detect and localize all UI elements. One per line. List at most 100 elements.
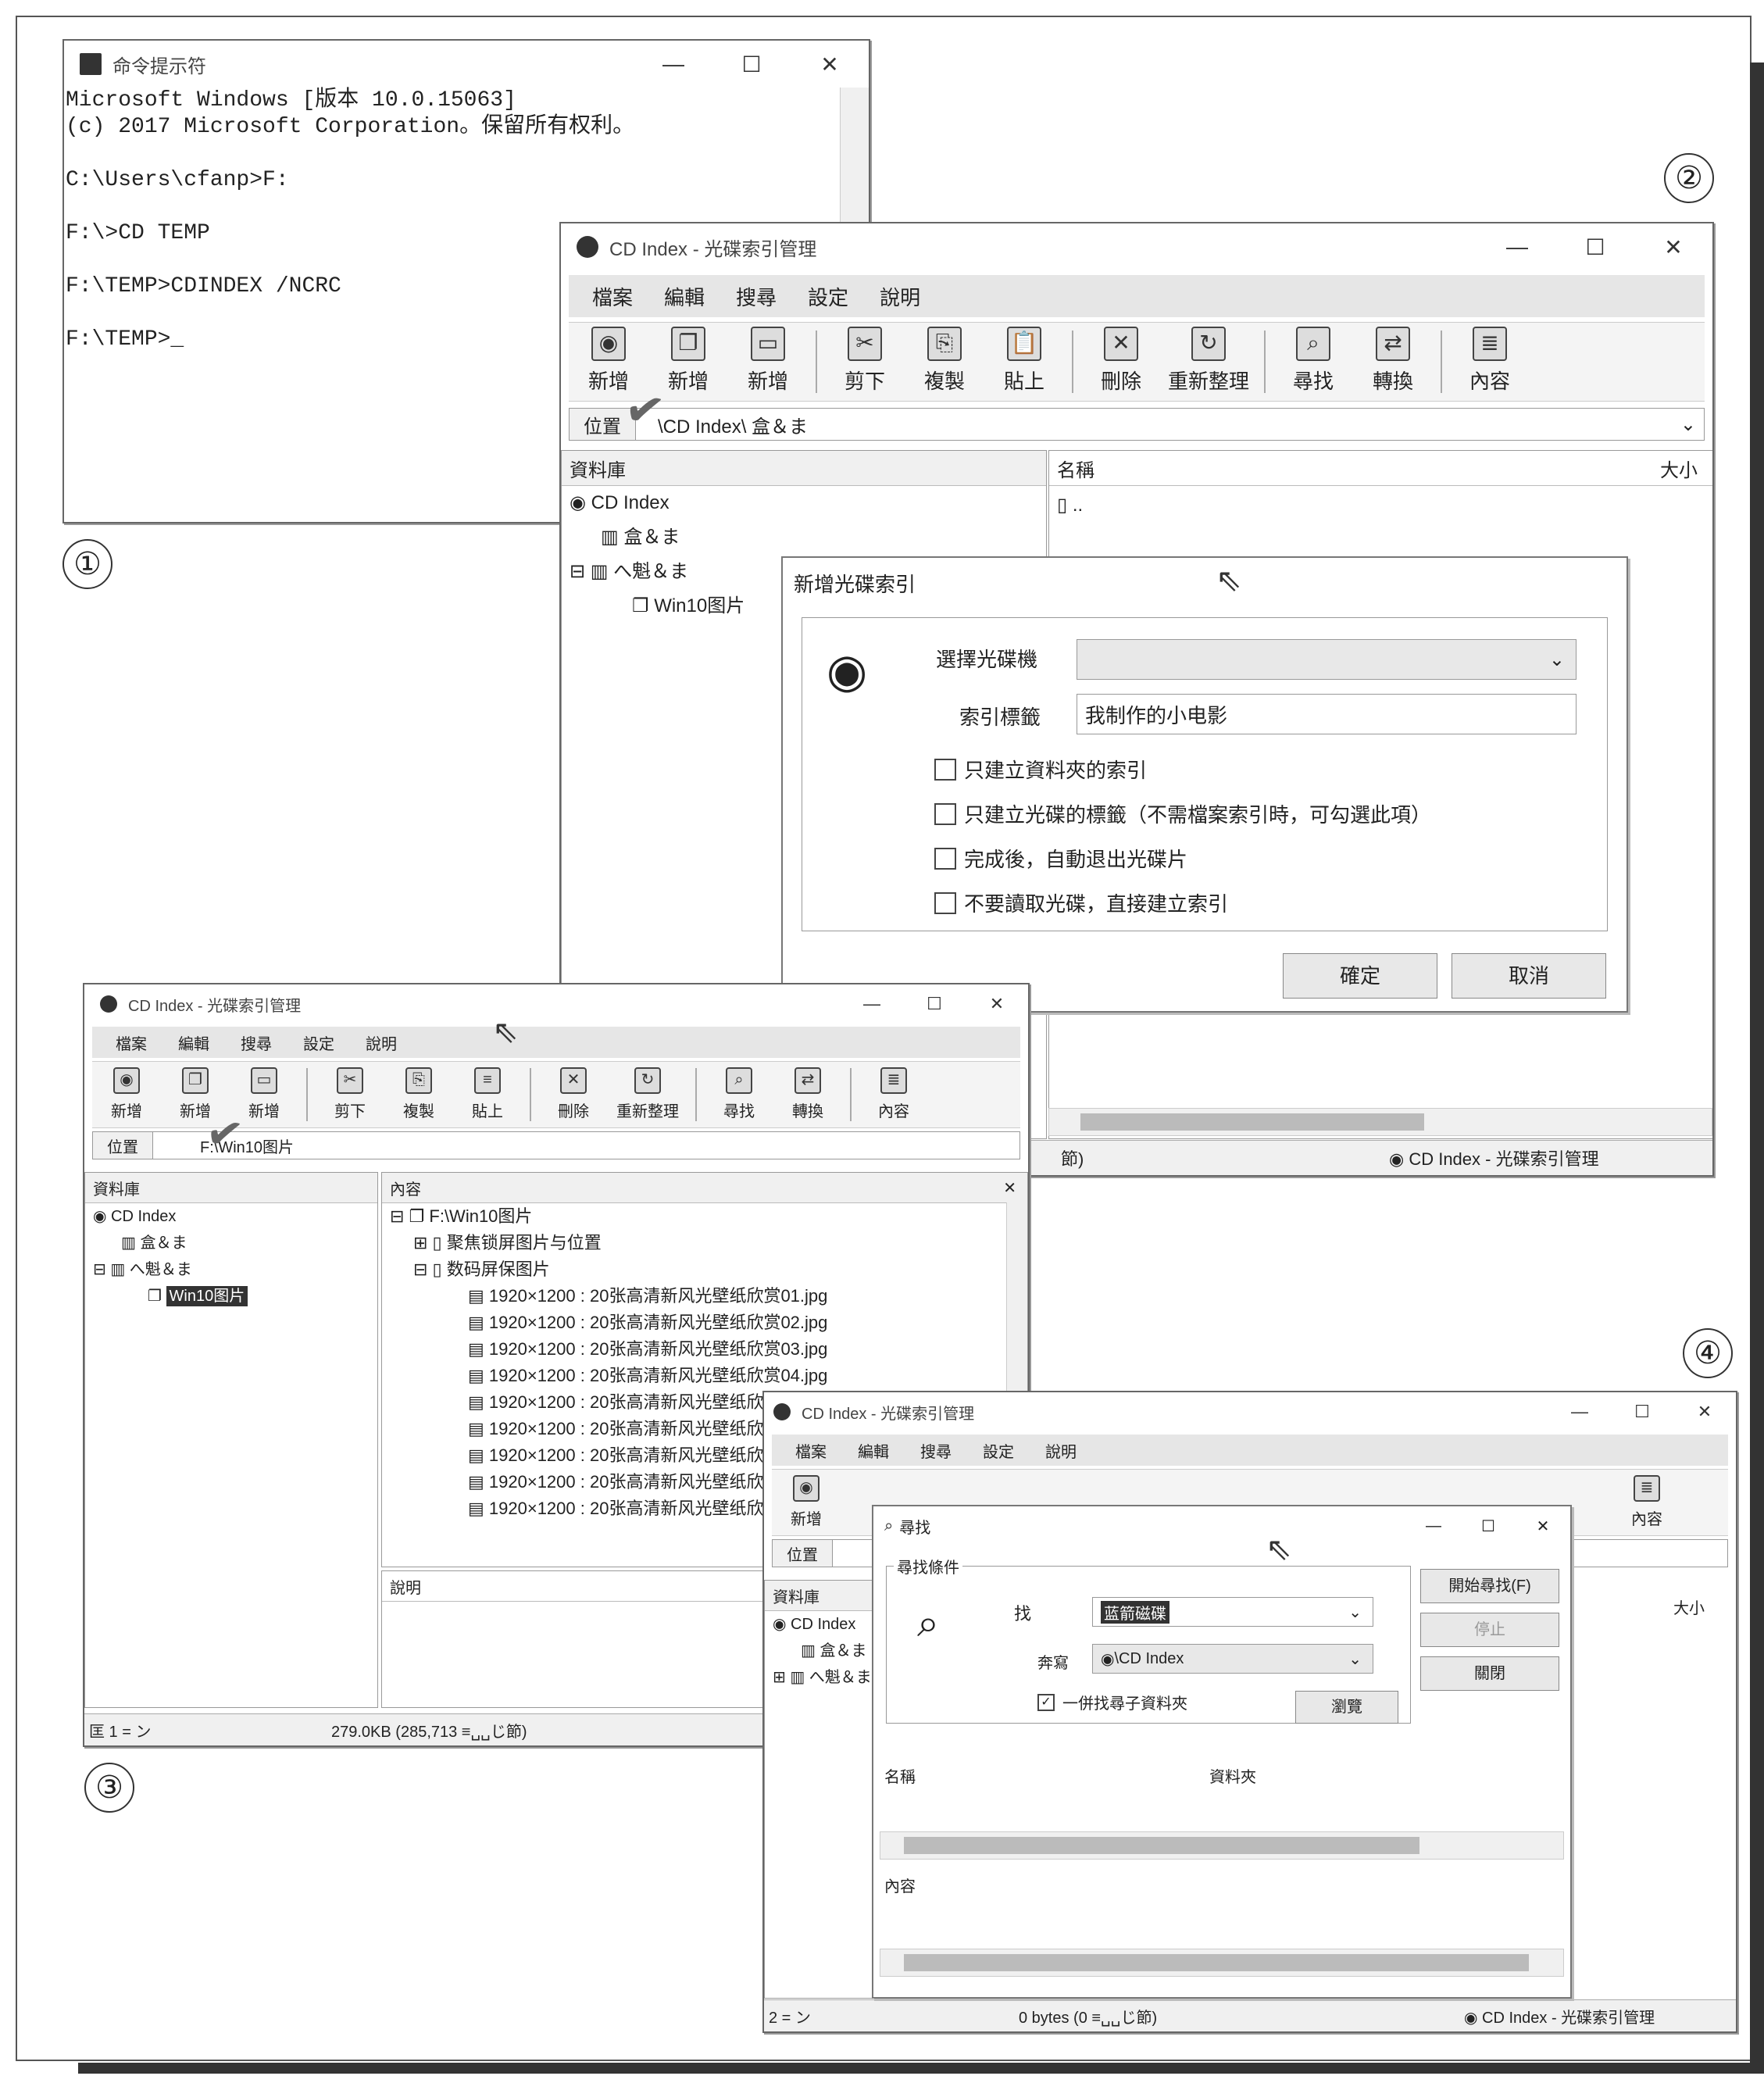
tree-item[interactable]: ▥ 盒＆ま — [570, 520, 1046, 555]
start-find-button[interactable]: 開始尋找(F) — [1420, 1569, 1559, 1603]
col-name[interactable]: 名稱 — [1057, 455, 1094, 482]
new-folder-button[interactable]: ▭ 新增 — [728, 327, 808, 401]
opt-eject[interactable]: 完成後，自動退出光碟片 — [934, 844, 1431, 873]
close-icon[interactable]: ✕ — [1516, 1517, 1570, 1536]
opt-no-read[interactable]: 不要讀取光碟，直接建立索引 — [934, 888, 1431, 917]
h-scrollbar[interactable] — [880, 1949, 1564, 1977]
col-size[interactable]: 大小 — [1660, 455, 1698, 482]
menu-search[interactable]: 搜尋 — [920, 1439, 952, 1462]
copy-button[interactable]: ⎘ 複製 — [905, 327, 984, 401]
menu-search[interactable]: 搜尋 — [736, 282, 777, 311]
tree-item-win10[interactable]: ❐ Win10图片 — [93, 1283, 377, 1309]
find-button[interactable]: ⌕ 尋找 — [1273, 327, 1353, 401]
cut-button[interactable]: ✂ 剪下 — [825, 327, 905, 401]
checkbox[interactable]: ✓ — [1037, 1693, 1055, 1711]
refresh-button[interactable]: ↻ 重新整理 — [608, 1067, 687, 1127]
chevron-down-icon[interactable]: ⌄ — [1680, 413, 1704, 436]
close-icon[interactable]: ✕ — [1003, 1178, 1016, 1198]
properties-button[interactable]: ≣ 內容 — [1450, 327, 1530, 401]
menu-search[interactable]: 搜尋 — [241, 1031, 272, 1054]
address-bar[interactable]: 位置 \CD Index\ 盒＆ま ⌄ — [569, 408, 1705, 441]
cut-button[interactable]: ✂ 剪下 — [316, 1067, 384, 1127]
delete-button[interactable]: ✕ 刪除 — [539, 1067, 608, 1127]
minimize-icon[interactable]: — — [841, 994, 903, 1014]
cancel-button[interactable]: 取消 — [1452, 953, 1606, 999]
folder-item[interactable]: ⊟ ▯ 数码屏保图片 — [390, 1256, 1027, 1283]
col-folder[interactable]: 資料夾 — [1209, 1764, 1256, 1787]
close-icon[interactable]: ✕ — [966, 994, 1028, 1014]
file-item[interactable]: ▤ 1920×1200 : 20张高清新风光壁纸欣赏02.jpg — [390, 1309, 1027, 1336]
properties-button[interactable]: ≣ 內容 — [1612, 1475, 1681, 1535]
h-scrollbar[interactable] — [1048, 1108, 1712, 1136]
ok-button[interactable]: 確定 — [1283, 953, 1437, 999]
checkbox[interactable] — [934, 758, 956, 781]
menu-help[interactable]: 說明 — [880, 282, 920, 311]
col-name[interactable]: 名稱 — [884, 1764, 916, 1787]
file-item[interactable]: ▤ 1920×1200 : 20张高清新风光壁纸欣赏01.jpg — [390, 1283, 1027, 1309]
delete-button[interactable]: ✕ 刪除 — [1081, 327, 1161, 401]
paste-button[interactable]: 📋 貼上 — [984, 327, 1064, 401]
menu-settings[interactable]: 設定 — [983, 1439, 1014, 1462]
app-titlebar: CD Index - 光碟索引管理 — ☐ ✕ — [561, 223, 1712, 270]
stop-button[interactable]: 停止 — [1420, 1613, 1559, 1647]
minimize-icon[interactable]: — — [634, 52, 712, 77]
disc-icon: ◉ — [591, 327, 626, 361]
new-disc-button[interactable]: ◉ 新增 — [92, 1067, 161, 1127]
menu-edit[interactable]: 編輯 — [858, 1439, 889, 1462]
menu-file[interactable]: 檔案 — [795, 1439, 827, 1462]
find-button[interactable]: ⌕ 尋找 — [705, 1067, 773, 1127]
convert-button[interactable]: ⇄ 轉換 — [773, 1067, 842, 1127]
find-input[interactable]: 蓝箭磁碟 ⌄ — [1092, 1597, 1373, 1627]
menu-edit[interactable]: 編輯 — [664, 282, 705, 311]
checkbox[interactable] — [934, 802, 956, 825]
opt-folder-only[interactable]: 只建立資料夾的索引 — [934, 755, 1431, 784]
col-size[interactable]: 大小 — [1673, 1595, 1705, 1618]
properties-button[interactable]: ≣ 內容 — [859, 1067, 928, 1127]
menu-settings[interactable]: 設定 — [808, 282, 848, 311]
tree-item-cd-index[interactable]: ◉ CD Index — [570, 486, 1046, 520]
menu-file[interactable]: 檔案 — [592, 282, 633, 311]
where-select[interactable]: ◉ \CD Index ⌄ — [1092, 1644, 1373, 1674]
opt-label-only[interactable]: 只建立光碟的標籤（不需檔案索引時，可勾選此項） — [934, 799, 1431, 828]
menu-edit[interactable]: 編輯 — [178, 1031, 209, 1054]
subfolders-option[interactable]: ✓ 一併找尋子資料夾 — [1037, 1691, 1187, 1713]
menu-help[interactable]: 說明 — [366, 1031, 397, 1054]
maximize-icon[interactable]: ☐ — [1611, 1402, 1673, 1422]
h-scrollbar[interactable] — [880, 1831, 1564, 1860]
menubar: 檔案 編輯 搜尋 設定 說明 — [772, 1435, 1728, 1466]
folder-item[interactable]: ⊞ ▯ 聚焦锁屏图片与位置 — [390, 1230, 1027, 1256]
minimize-icon[interactable]: — — [1478, 234, 1556, 259]
maximize-icon[interactable]: ☐ — [903, 994, 966, 1014]
close-button[interactable]: 關閉 — [1420, 1656, 1559, 1691]
close-icon[interactable]: ✕ — [791, 52, 869, 77]
tree-item[interactable]: ▥ 盒＆ま — [93, 1230, 377, 1256]
menu-help[interactable]: 說明 — [1045, 1439, 1077, 1462]
address-value[interactable]: F:\Win10图片 — [153, 1134, 1019, 1157]
minimize-icon[interactable]: — — [1406, 1517, 1461, 1535]
index-input[interactable]: 我制作的小电影 — [1077, 694, 1577, 734]
tree-item-cd-index[interactable]: ◉ CD Index — [93, 1203, 377, 1230]
list-item-up[interactable]: ▯ .. — [1049, 486, 1712, 524]
paste-button[interactable]: ≡ 貼上 — [453, 1067, 522, 1127]
tree-item[interactable]: ⊟ ▥ へ魁＆ま — [93, 1256, 377, 1283]
tree-root[interactable]: ⊟ ❐ F:\Win10图片 — [390, 1203, 1027, 1230]
checkbox[interactable] — [934, 847, 956, 870]
drive-select[interactable]: ⌄ — [1077, 639, 1577, 680]
close-icon[interactable]: ✕ — [1673, 1402, 1736, 1422]
new-disc-button[interactable]: ◉ 新增 — [772, 1475, 841, 1535]
checkbox[interactable] — [934, 891, 956, 914]
file-item[interactable]: ▤ 1920×1200 : 20张高清新风光壁纸欣赏03.jpg — [390, 1336, 1027, 1363]
refresh-button[interactable]: ↻ 重新整理 — [1161, 327, 1256, 401]
address-value[interactable]: \CD Index\ 盒＆ま — [636, 411, 1680, 438]
maximize-icon[interactable]: ☐ — [1556, 234, 1634, 260]
minimize-icon[interactable]: — — [1548, 1402, 1611, 1422]
maximize-icon[interactable]: ☐ — [712, 52, 791, 77]
maximize-icon[interactable]: ☐ — [1461, 1517, 1516, 1536]
menu-file[interactable]: 檔案 — [116, 1031, 147, 1054]
close-icon[interactable]: ✕ — [1634, 234, 1712, 260]
file-item[interactable]: ▤ 1920×1200 : 20张高清新风光壁纸欣赏04.jpg — [390, 1363, 1027, 1389]
menu-settings[interactable]: 設定 — [303, 1031, 334, 1054]
copy-button[interactable]: ⎘ 複製 — [384, 1067, 453, 1127]
browse-button[interactable]: 瀏覽 — [1295, 1691, 1398, 1724]
convert-button[interactable]: ⇄ 轉換 — [1353, 327, 1433, 401]
